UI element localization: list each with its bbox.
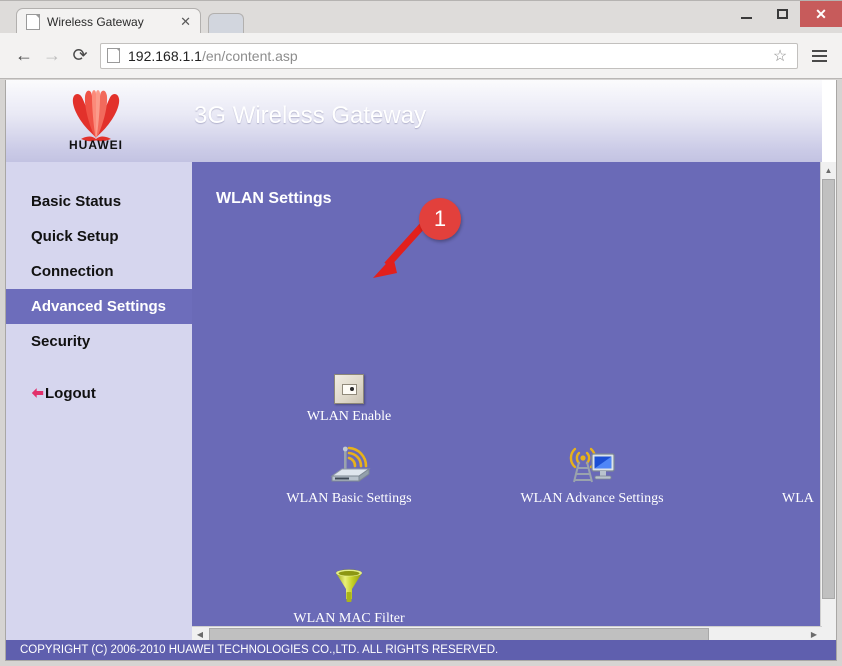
browser-toolbar: ← → ⟳ 192.168.1.1/en/content.asp ☆ (0, 33, 842, 79)
huawei-wordmark: HUAWEI (69, 138, 123, 152)
tile-wlan-cutoff[interactable]: WLA (760, 442, 822, 508)
window-bottom-strip (0, 661, 842, 666)
page-title: 3G Wireless Gateway (194, 102, 427, 129)
sidebar-item-quick-setup[interactable]: Quick Setup (6, 219, 192, 254)
sidebar-item-advanced-settings[interactable]: Advanced Settings (6, 289, 192, 324)
minimize-icon (740, 16, 752, 19)
annotation-badge-1: 1 (419, 198, 461, 240)
sidebar-item-label: Connection (31, 263, 114, 280)
url-path: /en/content.asp (201, 47, 298, 64)
menu-line (811, 54, 827, 57)
hamburger-menu-icon[interactable] (806, 43, 832, 69)
bookmark-star-icon[interactable]: ☆ (769, 45, 791, 67)
back-button[interactable]: ← (10, 42, 38, 70)
page-icon (26, 13, 40, 30)
tile-wlan-advance-settings[interactable]: WLAN Advance Settings (517, 442, 667, 508)
sidebar-item-connection[interactable]: Connection (6, 254, 192, 289)
antenna-monitor-icon (517, 442, 667, 486)
browser-window: Wireless Gateway ✕ ✕ ← → ⟳ 192.168.1.1/e… (0, 0, 842, 666)
page-footer: COPYRIGHT (C) 2006-2010 HUAWEI TECHNOLOG… (6, 640, 836, 660)
sidebar-item-label: Basic Status (31, 193, 122, 210)
wireless-router-icon (274, 442, 424, 486)
reload-button[interactable]: ⟳ (66, 42, 94, 70)
tile-wlan-basic-settings[interactable]: WLAN Basic Settings (274, 442, 424, 508)
tile-wlan-enable[interactable]: WLAN Enable (274, 360, 424, 426)
tile-label: WLAN Basic Settings (286, 491, 412, 506)
url-host: 192.168.1.1 (128, 47, 202, 64)
browser-titlebar: Wireless Gateway ✕ ✕ (0, 0, 842, 34)
page-viewport: HUAWEI 3G Wireless Gateway Basic Status … (5, 80, 837, 661)
sidebar-item-security[interactable]: Security (6, 324, 192, 359)
back-arrow-icon (31, 388, 44, 398)
content-title: WLAN Settings (216, 190, 332, 207)
tile-label: WLA (782, 491, 814, 506)
vertical-scroll-thumb[interactable] (822, 179, 835, 599)
browser-tab[interactable]: Wireless Gateway ✕ (16, 8, 201, 34)
sidebar-top-spacer (6, 162, 192, 184)
tile-label: WLAN Advance Settings (520, 491, 664, 506)
menu-line (811, 59, 827, 62)
minimize-button[interactable] (728, 1, 764, 27)
address-bar[interactable]: 192.168.1.1/en/content.asp ☆ (100, 42, 798, 69)
sidebar-item-logout[interactable]: Logout (6, 377, 192, 409)
sidebar-nav: Basic Status Quick Setup Connection Adva… (6, 162, 192, 660)
sidebar-item-label: Quick Setup (31, 228, 119, 245)
menu-line (811, 49, 827, 52)
tab-title: Wireless Gateway (47, 14, 144, 29)
close-window-button[interactable]: ✕ (800, 1, 842, 27)
tab-close-icon[interactable]: ✕ (177, 14, 194, 30)
tile-label: WLAN MAC Filter (293, 611, 405, 626)
close-icon: ✕ (815, 6, 827, 22)
light-switch-icon (274, 360, 424, 404)
copyright-text: COPYRIGHT (C) 2006-2010 HUAWEI TECHNOLOG… (20, 644, 499, 656)
main-content: WLAN Settings 1 WLAN Enable WLAN Basic S… (192, 162, 822, 660)
forward-button[interactable]: → (38, 42, 66, 70)
scroll-up-button[interactable]: ▲ (821, 162, 836, 178)
maximize-button[interactable] (764, 1, 800, 27)
tile-wlan-mac-filter[interactable]: WLAN MAC Filter (274, 562, 424, 628)
sidebar-item-basic-status[interactable]: Basic Status (6, 184, 192, 219)
maximize-icon (776, 9, 788, 19)
switch-dot (349, 387, 354, 391)
window-controls: ✕ (728, 1, 842, 27)
funnel-icon (274, 562, 424, 606)
sidebar-item-label: Logout (45, 384, 96, 402)
new-tab-button[interactable] (208, 13, 244, 34)
sidebar-item-label: Security (31, 333, 91, 350)
cut-off-tile-icon (760, 442, 822, 486)
switch-plate (334, 374, 364, 404)
tab-strip: Wireless Gateway ✕ (0, 1, 740, 34)
sidebar-item-label: Advanced Settings (31, 298, 167, 315)
url-text: 192.168.1.1/en/content.asp (128, 48, 298, 64)
switch-rocker (341, 383, 357, 395)
tile-label: WLAN Enable (306, 409, 392, 424)
page-info-icon (107, 48, 120, 63)
vertical-scrollbar[interactable]: ▲ ▼ (820, 162, 836, 660)
router-page-header: HUAWEI 3G Wireless Gateway (6, 80, 822, 162)
